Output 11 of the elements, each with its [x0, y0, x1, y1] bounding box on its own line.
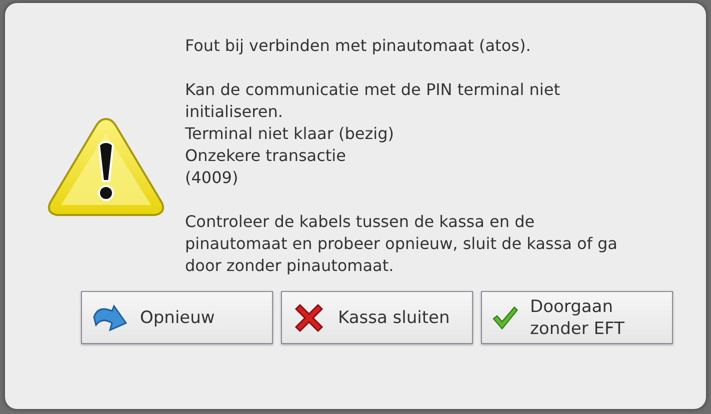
message-text: Terminal niet klaar (bezig) [185, 123, 395, 145]
message-text: Onzekere transactie [185, 145, 347, 167]
retry-button[interactable]: Opnieuw [81, 291, 273, 344]
warning-icon [45, 115, 167, 219]
message-text: Fout bij verbinden met pinautomaat (atos). [185, 35, 532, 57]
message-text: Kan de communicatie met de PIN terminal niet initialiseren. [185, 79, 561, 123]
message-text: (4009) [185, 167, 240, 189]
close-register-button[interactable]: Kassa sluiten [281, 291, 473, 344]
message-text: Controleer de kabels tussen de kassa en de pinautomaat en probeer opnieuw, sluit de kassa of ga door zonder pinautomaat. [185, 211, 618, 277]
continue-button[interactable]: Doorgaan zonder EFT [481, 291, 673, 344]
curved-arrow-icon [92, 302, 128, 332]
